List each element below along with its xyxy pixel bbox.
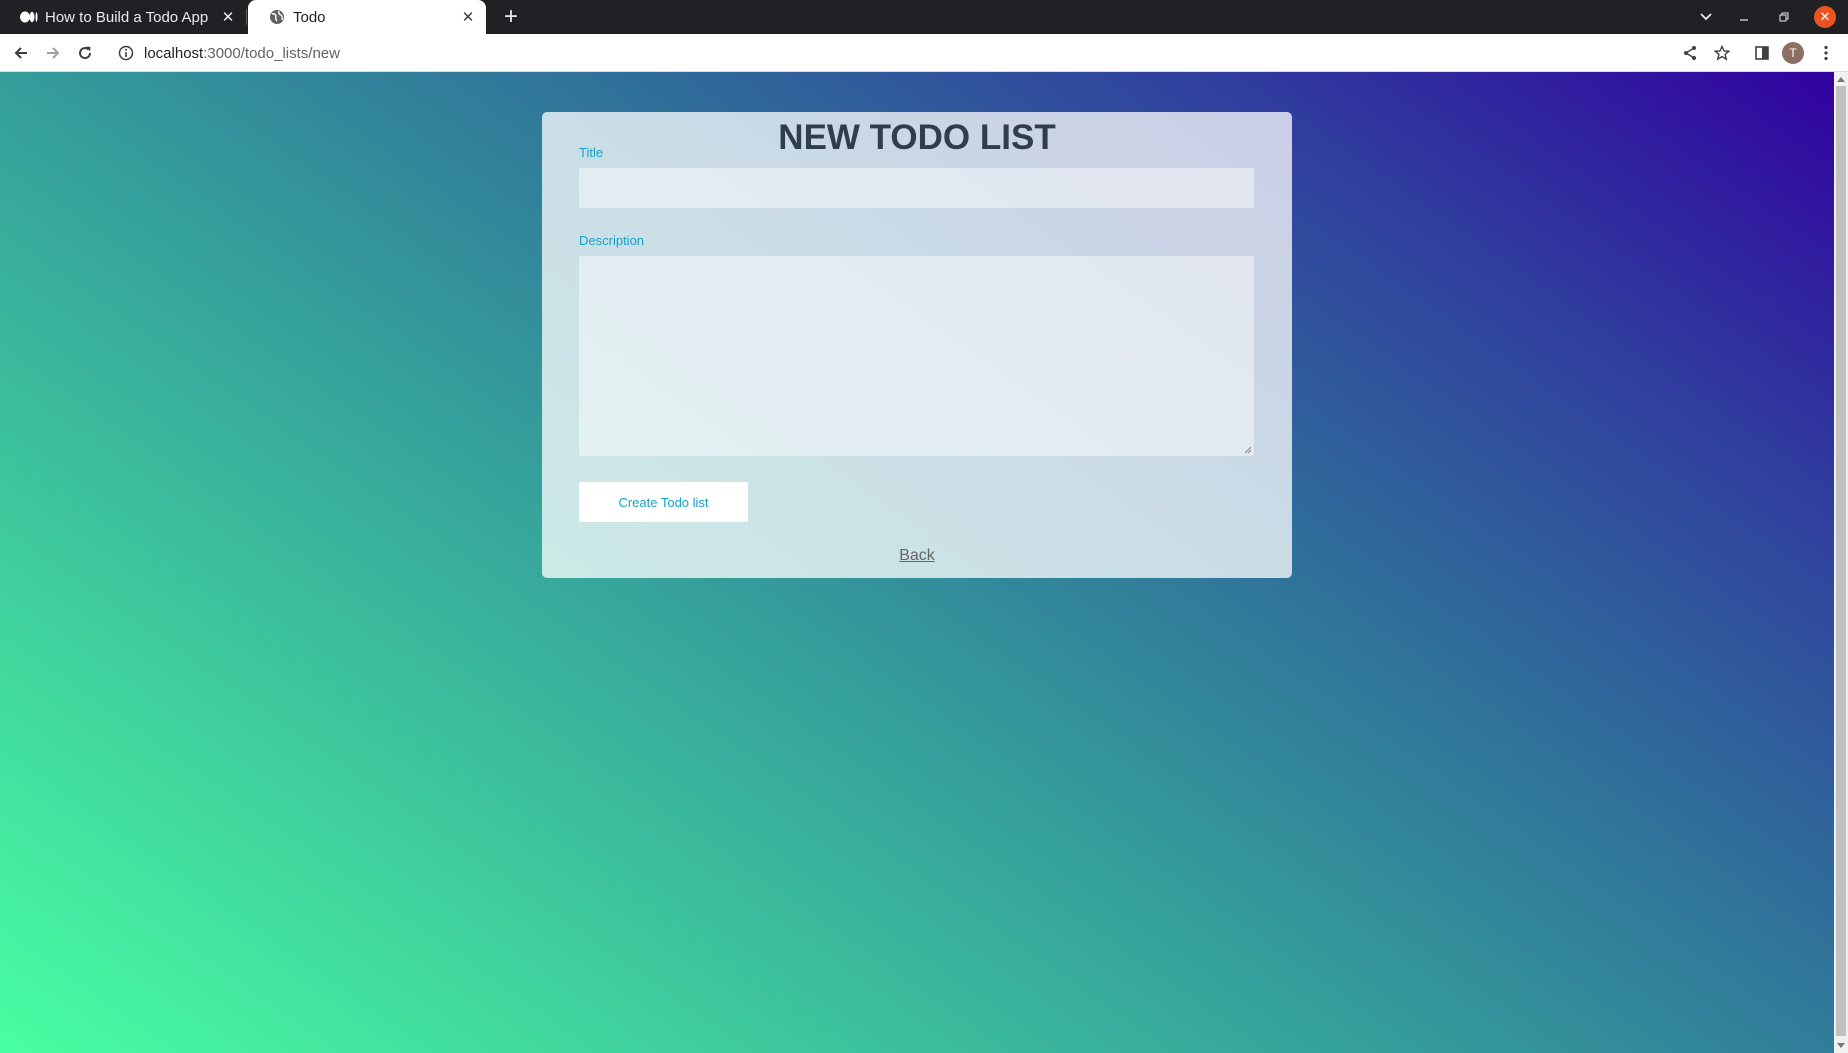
browser-toolbar: localhost:3000/todo_lists/new T bbox=[0, 34, 1848, 72]
description-textarea[interactable] bbox=[579, 256, 1254, 456]
page-viewport: NEW TODO LIST Title Description Create T… bbox=[0, 72, 1848, 1053]
profile-avatar[interactable]: T bbox=[1781, 41, 1805, 65]
reload-icon[interactable] bbox=[73, 41, 97, 65]
info-icon[interactable] bbox=[116, 43, 136, 63]
globe-icon bbox=[268, 8, 286, 26]
scrollbar[interactable] bbox=[1834, 72, 1848, 1053]
side-panel-icon[interactable] bbox=[1750, 41, 1774, 65]
tab-how-to-build[interactable]: How to Build a Todo App ✕ bbox=[0, 0, 246, 34]
url-host: localhost bbox=[144, 44, 204, 62]
medium-icon bbox=[20, 8, 38, 26]
url-text: localhost:3000/todo_lists/new bbox=[144, 45, 340, 62]
forward-arrow-icon[interactable] bbox=[41, 41, 65, 65]
title-label: Title bbox=[579, 145, 604, 160]
tab-search-icon[interactable] bbox=[1694, 5, 1718, 29]
tab-separator bbox=[246, 9, 247, 25]
scroll-thumb[interactable] bbox=[1836, 86, 1846, 1036]
url-path: :3000/todo_lists/new bbox=[203, 44, 340, 62]
description-label: Description bbox=[579, 233, 645, 248]
share-icon[interactable] bbox=[1678, 41, 1702, 65]
restore-icon[interactable] bbox=[1772, 5, 1796, 29]
tab-title: How to Build a Todo App bbox=[45, 8, 209, 26]
scroll-up-icon[interactable] bbox=[1834, 72, 1848, 86]
menu-kebab-icon[interactable] bbox=[1814, 41, 1838, 65]
tab-bar: How to Build a Todo App ✕ Todo ✕ + ✕ bbox=[0, 0, 1848, 34]
back-arrow-icon[interactable] bbox=[9, 41, 33, 65]
tab-title: Todo bbox=[293, 8, 326, 26]
new-tab-icon[interactable]: + bbox=[498, 3, 524, 30]
window-close-icon[interactable]: ✕ bbox=[1814, 6, 1836, 28]
close-icon[interactable]: ✕ bbox=[460, 9, 476, 26]
scroll-down-icon[interactable] bbox=[1834, 1039, 1848, 1053]
new-todo-list-card: NEW TODO LIST Title Description Create T… bbox=[542, 112, 1292, 578]
tab-todo[interactable]: Todo ✕ bbox=[248, 0, 486, 34]
address-bar[interactable]: localhost:3000/todo_lists/new bbox=[108, 37, 1738, 69]
resize-grip-icon[interactable] bbox=[1244, 446, 1252, 454]
bookmark-star-icon[interactable] bbox=[1710, 41, 1734, 65]
create-todo-list-button[interactable]: Create Todo list bbox=[579, 482, 748, 522]
back-link[interactable]: Back bbox=[542, 547, 1292, 565]
minimize-icon[interactable] bbox=[1732, 5, 1756, 29]
page-title: NEW TODO LIST bbox=[778, 118, 1056, 157]
title-input[interactable] bbox=[579, 168, 1254, 208]
close-icon[interactable]: ✕ bbox=[220, 9, 236, 26]
